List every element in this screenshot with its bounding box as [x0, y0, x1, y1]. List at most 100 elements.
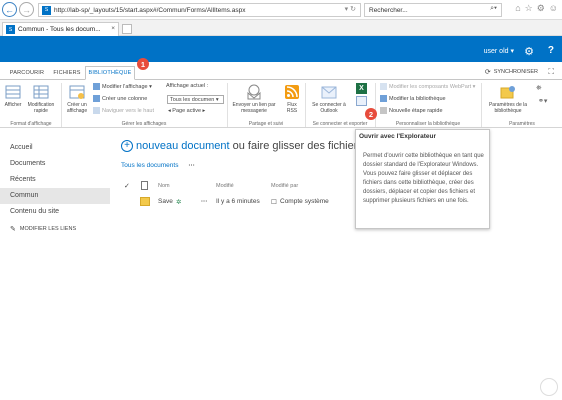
column-header-modified-by[interactable]: Modifié par — [271, 183, 298, 189]
new-tab-button[interactable] — [122, 24, 132, 34]
webpart-icon — [380, 83, 387, 90]
new-document-bar: + nouveau document ou faire glisser des … — [121, 140, 376, 152]
new-document-link[interactable]: nouveau document — [136, 140, 230, 152]
sharepoint-tab-icon: S — [6, 25, 15, 34]
library-settings-icon — [499, 83, 517, 100]
help-icon[interactable]: ? — [548, 45, 554, 56]
refresh-icon[interactable]: ▾ ↻ — [345, 5, 356, 13]
create-column-icon — [93, 95, 100, 102]
nav-item-recents[interactable]: Récents — [0, 172, 110, 188]
back-arrow-icon[interactable]: ← — [2, 2, 17, 17]
ribbon: Afficher Modification rapide Format d'af… — [0, 80, 562, 128]
open-with-explorer-icon[interactable] — [356, 96, 367, 106]
nav-item-commun[interactable]: Commun — [0, 188, 110, 204]
page-active-pager[interactable]: ◂ Page active ▸ — [168, 108, 205, 114]
view-more-ellipsis[interactable]: ··· — [188, 162, 195, 169]
modifier-webpart-button[interactable]: Modifier les composants WebPart ▾ — [380, 83, 475, 90]
tab-parcourir[interactable]: PARCOURIR — [6, 66, 48, 80]
nouvelle-etape-button[interactable]: Nouvelle étape rapide — [380, 107, 443, 114]
modification-rapide-button[interactable]: Modification rapide — [26, 83, 56, 114]
quick-step-icon — [380, 107, 387, 114]
parametres-bibliotheque-button[interactable]: Paramètres de la bibliothèque — [483, 83, 533, 114]
modifier-bibliotheque-button[interactable]: Modifier la bibliothèque — [380, 95, 446, 102]
tooltip-body: Permet d'ouvrir cette bibliothèque en ta… — [363, 153, 484, 204]
file-type-header-icon — [141, 181, 148, 190]
edit-library-icon — [380, 95, 387, 102]
group-label-sharing: Partage et suivi — [248, 121, 284, 127]
settings-gear-icon[interactable]: ⚙ — [537, 3, 545, 14]
row-modified: Il y a 6 minutes — [216, 198, 260, 205]
tab-bibliotheque[interactable]: BIBLIOTHÈQUE — [85, 66, 135, 80]
nav-item-accueil[interactable]: Accueil — [0, 140, 110, 156]
edit-links-button[interactable]: ✎ MODIFIER LES LIENS — [10, 225, 76, 233]
home-icon[interactable]: ⌂ — [515, 3, 520, 14]
rss-icon — [283, 83, 301, 100]
smiley-feedback-icon[interactable]: ☺ — [549, 3, 558, 14]
watermark-logo — [540, 378, 558, 396]
url-text: http://lab-sp/_layouts/15/start.aspx#/Co… — [54, 6, 246, 14]
browser-address-bar: ← → S http://lab-sp/_layouts/15/start.as… — [0, 0, 562, 20]
suite-bar — [0, 36, 562, 43]
edit-view-icon — [93, 83, 100, 90]
se-connecter-outlook-button[interactable]: Se connecter à Outlook — [308, 83, 350, 114]
nav-item-documents[interactable]: Documents — [0, 156, 110, 172]
group-label-format: Format d'affichage — [10, 121, 52, 127]
favorites-star-icon[interactable]: ☆ — [525, 3, 533, 14]
outlook-icon — [320, 83, 338, 100]
navigate-up-icon — [93, 107, 100, 114]
ribbon-tabs: PARCOURIR FICHIERS BIBLIOTHÈQUE ⟳ SYNCHR… — [0, 62, 562, 80]
share-settings-icon[interactable]: ⛯ — [536, 85, 542, 93]
create-view-icon — [68, 83, 86, 100]
tab-close-icon[interactable]: × — [111, 25, 115, 32]
permissions-icon[interactable]: ⚭▾ — [538, 97, 547, 105]
group-label-connect: Se connecter et exporter — [312, 121, 368, 127]
browser-tab[interactable]: S Commun - Tous les docum... × — [2, 22, 119, 36]
column-header-modified[interactable]: Modifié — [216, 183, 234, 189]
sync-label: SYNCHRONISER — [493, 69, 538, 75]
row-modified-by-checkbox[interactable]: ☐ — [271, 198, 277, 206]
pencil-icon: ✎ — [10, 226, 16, 233]
row-menu-ellipsis[interactable]: ··· — [201, 198, 208, 205]
affichage-actuel-label: Affichage actuel : — [166, 83, 209, 89]
forward-arrow-icon[interactable]: → — [19, 2, 34, 17]
folder-icon — [140, 197, 150, 206]
email-link-icon — [245, 83, 263, 100]
excel-export-icon[interactable]: X — [356, 83, 367, 94]
envoyer-lien-button[interactable]: Envoyer un lien par messagerie — [228, 83, 280, 114]
view-all-documents[interactable]: Tous les documents — [121, 162, 178, 169]
nav-item-contenu-du-site[interactable]: Contenu du site — [0, 204, 110, 220]
current-view-select[interactable]: Tous les documen ▾ — [167, 95, 224, 104]
settings-gear-icon[interactable]: ⚙ — [524, 45, 534, 58]
browser-search-input[interactable]: Rechercher... ⌕▾ — [364, 3, 502, 17]
tab-fichiers[interactable]: FICHIERS — [51, 66, 83, 80]
flux-rss-button[interactable]: Flux RSS — [282, 83, 302, 114]
plus-icon[interactable]: + — [121, 140, 133, 152]
step-marker-1: 1 — [137, 58, 149, 70]
afficher-button[interactable]: Afficher — [2, 83, 24, 108]
search-icon[interactable]: ⌕▾ — [490, 5, 497, 13]
view-icon — [4, 83, 22, 100]
row-name-link[interactable]: Save — [158, 198, 173, 205]
edit-links-label: MODIFIER LES LIENS — [19, 226, 77, 232]
focus-mode-icon[interactable]: ⛶ — [548, 67, 554, 77]
creer-affichage-button[interactable]: Créer un affichage — [63, 83, 91, 114]
browser-toolbar-icons: ⌂ ☆ ⚙ ☺ — [515, 3, 558, 14]
search-placeholder: Rechercher... — [369, 6, 408, 14]
quick-edit-icon — [32, 83, 50, 100]
creer-colonne-button[interactable]: Créer une colonne — [93, 95, 147, 102]
tab-title: Commun - Tous les docum... — [18, 26, 101, 33]
explorer-tooltip: Ouvrir avec l'Explorateur Permet d'ouvri… — [355, 129, 490, 229]
column-header-name[interactable]: Nom — [158, 183, 170, 189]
naviguer-haut-button[interactable]: Naviguer vers le haut — [93, 107, 154, 114]
sync-icon: ⟳ — [484, 69, 491, 76]
modifier-affichage-button[interactable]: Modifier l'affichage ▾ — [93, 83, 152, 90]
sync-button[interactable]: ⟳ SYNCHRONISER — [485, 68, 538, 76]
new-item-icon: ✲ — [176, 199, 182, 206]
user-menu[interactable]: user old ▾ — [484, 47, 514, 55]
sharepoint-site-icon: S — [42, 5, 51, 15]
row-modified-by: Compte système — [280, 198, 329, 205]
group-label-customize: Personnaliser la bibliothèque — [395, 121, 461, 127]
select-all-checkmark-icon[interactable]: ✓ — [124, 182, 130, 190]
browser-tab-bar: S Commun - Tous les docum... × — [0, 20, 562, 36]
url-field[interactable]: S http://lab-sp/_layouts/15/start.aspx#/… — [38, 3, 361, 17]
